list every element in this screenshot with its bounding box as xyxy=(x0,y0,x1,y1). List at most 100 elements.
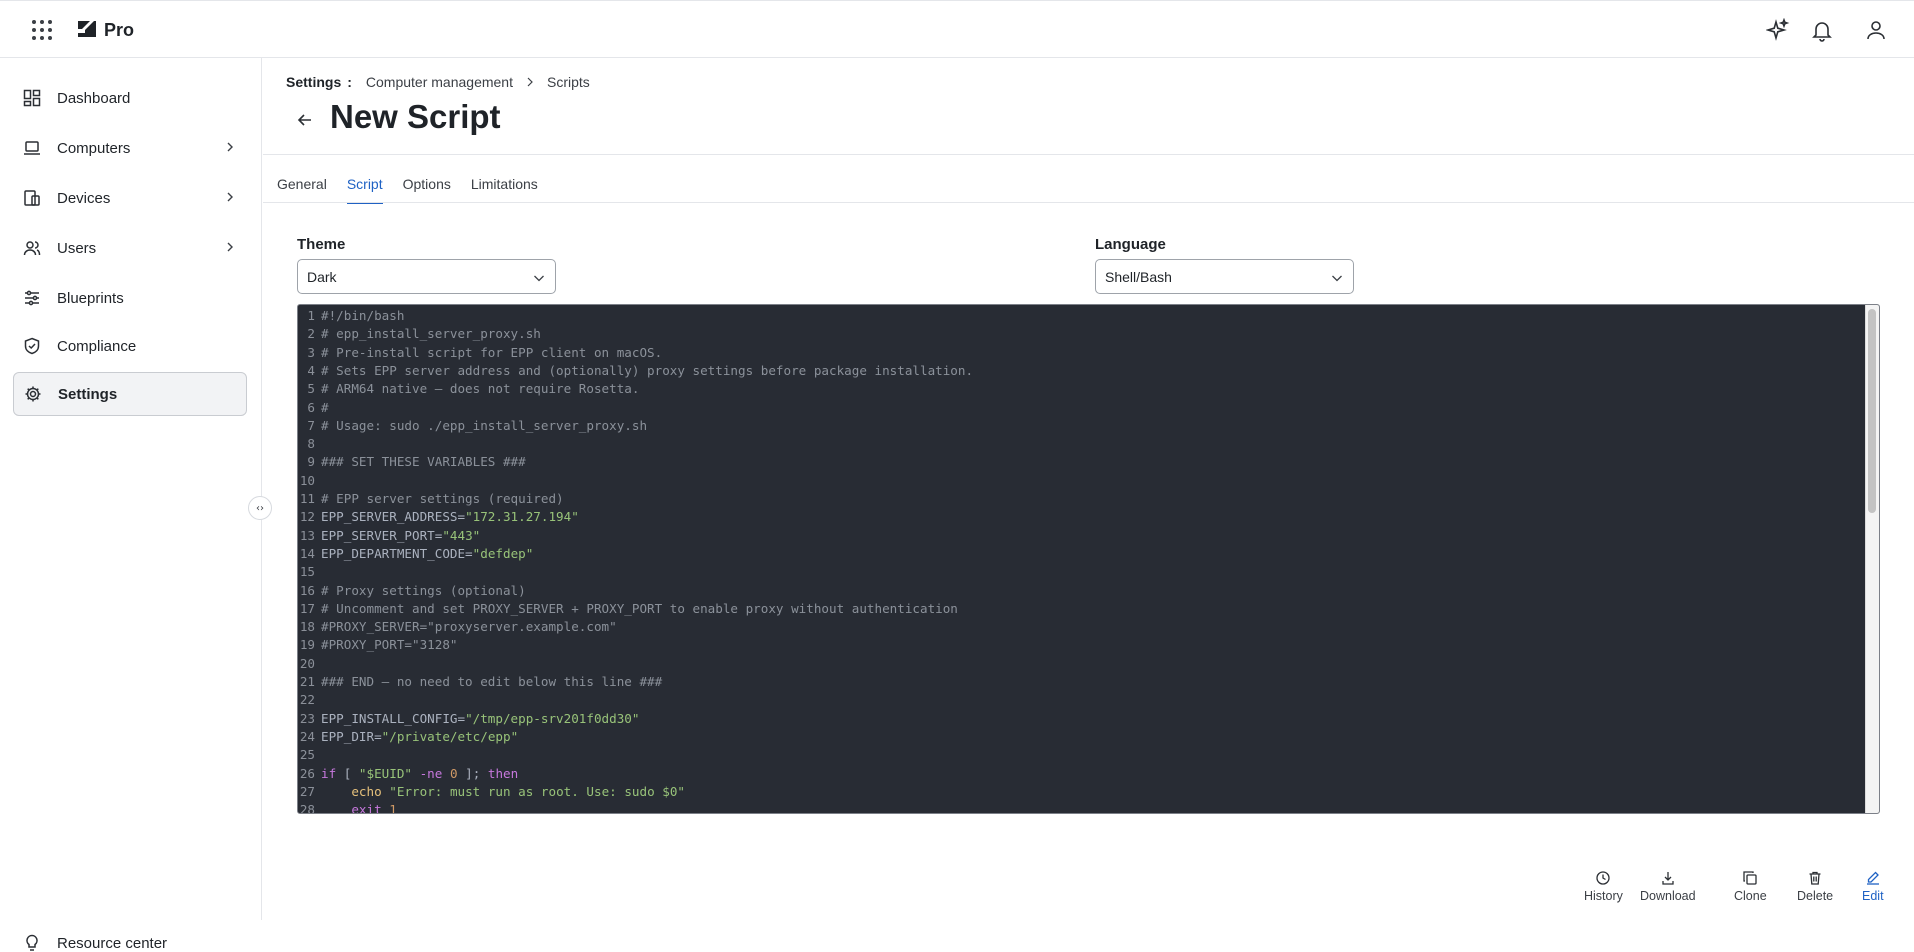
sidebar-item-devices[interactable]: Devices xyxy=(13,176,247,220)
clone-button[interactable]: Clone xyxy=(1734,870,1767,903)
user-icon[interactable] xyxy=(1864,18,1888,42)
code-line[interactable]: 27 echo "Error: must run as root. Use: s… xyxy=(298,783,685,801)
code-text: # Pre-install script for EPP client on m… xyxy=(321,344,663,360)
tab-options[interactable]: Options xyxy=(403,176,451,204)
tab-script[interactable]: Script xyxy=(346,176,383,204)
edit-button[interactable]: Edit xyxy=(1862,870,1884,903)
breadcrumb-root[interactable]: Settings xyxy=(286,74,341,90)
sidebar-item-settings[interactable]: Settings xyxy=(13,372,247,416)
line-number: 16 xyxy=(299,582,315,598)
breadcrumb-item[interactable]: Scripts xyxy=(547,74,590,90)
sidebar-item-dashboard[interactable]: Dashboard xyxy=(13,76,247,120)
line-number: 5 xyxy=(307,381,315,397)
code-line[interactable]: 22 xyxy=(298,691,321,709)
sidebar-item-users[interactable]: Users xyxy=(13,226,247,270)
code-editor[interactable]: 28 exit 1 27 echo "Error: must run as roo… xyxy=(297,304,1880,814)
code-line[interactable]: 13 EPP_SERVER_PORT="443" xyxy=(298,527,480,545)
line-number: 13 xyxy=(299,527,315,543)
code-text: # xyxy=(321,399,329,415)
sliders-icon xyxy=(25,290,39,306)
bell-icon[interactable] xyxy=(1810,18,1834,42)
code-line[interactable]: 20 xyxy=(298,655,321,673)
delete-button[interactable]: Delete xyxy=(1797,870,1833,903)
code-line[interactable]: 15 xyxy=(298,563,321,581)
history-label: History xyxy=(1584,889,1623,903)
code-line[interactable]: 23 EPP_INSTALL_CONFIG="/tmp/epp-srv201f0d… xyxy=(298,710,640,728)
download-icon xyxy=(1662,872,1674,885)
history-icon xyxy=(1596,871,1611,885)
language-select[interactable]: Shell/Bash xyxy=(1095,259,1354,294)
breadcrumb: Settings : Computer management Scripts xyxy=(286,74,590,90)
code-line[interactable]: 26 if [ "$EUID" -ne 0 ]; then xyxy=(298,765,518,783)
brand-logo-icon[interactable] xyxy=(76,19,98,39)
code-line[interactable]: 10 xyxy=(298,472,321,490)
sidebar-item-blueprints[interactable]: Blueprints xyxy=(13,276,247,320)
code-line[interactable]: 5 # ARM64 native – does not require Roset… xyxy=(298,380,639,398)
code-line[interactable]: 25 xyxy=(298,746,321,764)
line-number: 23 xyxy=(299,710,315,726)
code-line[interactable]: 2 # epp_install_server_proxy.sh xyxy=(298,325,541,343)
resource-center-label: Resource center xyxy=(57,934,168,952)
code-text: # epp_install_server_proxy.sh xyxy=(321,326,541,342)
edit-icon xyxy=(1866,871,1879,885)
collapse-sidebar-button[interactable]: ‹› xyxy=(248,496,272,520)
tab-general[interactable]: General xyxy=(277,176,327,204)
apps-grid-icon[interactable] xyxy=(32,20,52,40)
history-button[interactable]: History xyxy=(1584,870,1623,903)
theme-select[interactable]: Dark xyxy=(297,259,556,294)
sidebar-item-label: Users xyxy=(57,239,97,257)
sparkle-icon[interactable] xyxy=(1766,18,1790,42)
code-line[interactable]: 16 # Proxy settings (optional) xyxy=(298,582,526,600)
code-line[interactable]: 8 xyxy=(298,435,321,453)
code-text: EPP_SERVER_ADDRESS="172.31.27.194" xyxy=(321,509,579,525)
code-text: #PROXY_SERVER="proxyserver.example.com" xyxy=(321,619,617,635)
code-text: # Proxy settings (optional) xyxy=(321,582,526,598)
sidebar-item-label: Devices xyxy=(57,189,111,207)
line-number: 22 xyxy=(299,692,315,708)
line-number: 6 xyxy=(307,399,315,415)
code-text: # Sets EPP server address and (optionall… xyxy=(321,362,974,378)
resource-center-link[interactable]: Resource center xyxy=(23,934,167,952)
sidebar-item-label: Settings xyxy=(58,385,118,403)
chevron-right-icon xyxy=(527,77,533,87)
code-text: if [ "$EUID" -ne 0 ]; then xyxy=(321,765,519,781)
code-text: # Usage: sudo ./epp_install_server_proxy… xyxy=(321,417,648,433)
users-icon xyxy=(23,241,41,256)
code-line[interactable]: 17 # Uncomment and set PROXY_SERVER + PRO… xyxy=(298,600,958,618)
line-number: 26 xyxy=(299,765,315,781)
code-line[interactable]: 24 EPP_DIR="/private/etc/epp" xyxy=(298,728,518,746)
code-line[interactable]: 3 # Pre-install script for EPP client on … xyxy=(298,344,662,362)
sidebar-item-computers[interactable]: Computers xyxy=(13,126,247,170)
code-text: echo "Error: must run as root. Use: sudo… xyxy=(351,783,685,799)
line-number: 25 xyxy=(299,747,315,763)
tab-limitations[interactable]: Limitations xyxy=(471,176,538,204)
code-line[interactable]: 1 #!/bin/bash xyxy=(298,307,404,325)
lightbulb-icon xyxy=(26,934,38,951)
code-line[interactable]: 28 exit 1 xyxy=(298,801,397,813)
chevron-right-icon xyxy=(227,142,233,152)
breadcrumb-item[interactable]: Computer management xyxy=(366,74,513,90)
code-line[interactable]: 12 EPP_SERVER_ADDRESS="172.31.27.194" xyxy=(298,508,579,526)
code-line[interactable]: 11 # EPP server settings (required) xyxy=(298,490,564,508)
code-line[interactable]: 6 # xyxy=(298,399,329,417)
line-number: 4 xyxy=(307,362,315,378)
line-number: 14 xyxy=(299,545,315,561)
code-line[interactable]: 14 EPP_DEPARTMENT_CODE="defdep" xyxy=(298,545,534,563)
code-line[interactable]: 4 # Sets EPP server address and (optional… xyxy=(298,362,973,380)
code-line[interactable]: 9 ### SET THESE VARIABLES ### xyxy=(298,453,525,471)
code-line[interactable]: 18 #PROXY_SERVER="proxyserver.example.com… xyxy=(298,618,617,636)
line-number: 11 xyxy=(299,491,315,506)
code-text: EPP_DEPARTMENT_CODE="defdep" xyxy=(321,545,534,561)
sidebar-item-compliance[interactable]: Compliance xyxy=(13,324,247,368)
dashboard-icon xyxy=(23,89,41,107)
download-button[interactable]: Download xyxy=(1640,870,1696,903)
code-line[interactable]: 19 #PROXY_PORT="3128" xyxy=(298,636,458,654)
back-arrow-icon[interactable] xyxy=(295,110,315,130)
line-number: 15 xyxy=(299,564,315,580)
clone-label: Clone xyxy=(1734,889,1767,903)
editor-scrollbar[interactable] xyxy=(1865,305,1879,813)
breadcrumb-menu[interactable]: : xyxy=(347,74,352,90)
code-line[interactable]: 21 ### END – no need to edit below this l… xyxy=(298,673,662,691)
editor-scroll-thumb[interactable] xyxy=(1868,309,1876,513)
code-line[interactable]: 7 # Usage: sudo ./epp_install_server_prox… xyxy=(298,417,647,435)
